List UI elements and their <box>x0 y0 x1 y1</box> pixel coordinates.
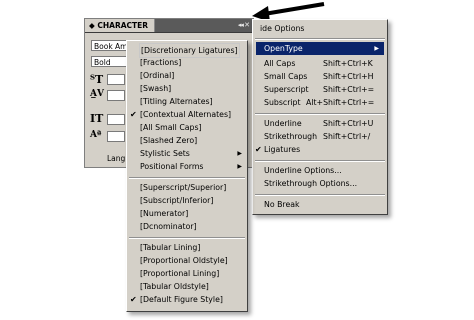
vertical-scale-icon: IT <box>90 112 104 125</box>
panel-title: CHARACTER <box>97 21 149 30</box>
checkmark-icon: ✔ <box>130 295 137 304</box>
submenu-arrow-icon: ▶ <box>237 163 242 170</box>
submenu-item-denominator[interactable]: [Dcnominator] <box>127 220 247 233</box>
menu-item-ligatures[interactable]: ✔ Ligatures <box>253 143 387 156</box>
submenu-item-proportional-lining[interactable]: [Proportional Lining] <box>127 267 247 280</box>
menu-separator <box>129 177 245 179</box>
menu-item-strikethrough[interactable]: Strikethrough Shift+Ctrl+/ <box>253 130 387 143</box>
submenu-item-stylistic-sets[interactable]: Stylistic Sets ▶ <box>127 147 247 160</box>
baseline-shift-field[interactable] <box>107 131 125 142</box>
font-size-icon: ᵀT <box>90 73 104 86</box>
font-size-field[interactable] <box>107 74 125 85</box>
menu-item-underline[interactable]: Underline Shift+Ctrl+U <box>253 117 387 130</box>
submenu-item-superscript-superior[interactable]: [Superscript/Superior] <box>127 181 247 194</box>
baseline-shift-icon: Aª <box>90 130 102 140</box>
submenu-item-default-figure-style[interactable]: ✔ [Default Figure Style] <box>127 293 247 306</box>
menu-item-all-caps[interactable]: All Caps Shift+Ctrl+K <box>253 57 387 70</box>
language-label: Lang <box>107 154 126 163</box>
menu-separator <box>255 194 385 196</box>
menu-item-small-caps[interactable]: Small Caps Shift+Ctrl+H <box>253 70 387 83</box>
menu-item-underline-options[interactable]: Underline Options... <box>253 164 387 177</box>
panel-tab-character[interactable]: ◆ CHARACTER <box>85 19 156 32</box>
menu-separator <box>255 160 385 162</box>
panel-flyout-menu: ide Options OpenType ▶ All Caps Shift+Ct… <box>252 19 388 215</box>
submenu-item-discretionary-ligatures[interactable]: [Discretionary Ligatures] <box>127 43 247 58</box>
opentype-submenu: [Discretionary Ligatures] [Fractions] [O… <box>126 40 248 312</box>
arrow-shaft <box>263 2 325 16</box>
submenu-item-subscript-inferior[interactable]: [Subscript/Inferior] <box>127 194 247 207</box>
menu-item-superscript[interactable]: Superscript Shift+Ctrl+= <box>253 83 387 96</box>
submenu-item-numerator[interactable]: [Numerator] <box>127 207 247 220</box>
submenu-item-contextual-alternates[interactable]: ✔ [Contextual Alternates] <box>127 108 247 121</box>
submenu-arrow-icon: ▶ <box>374 45 379 52</box>
menu-item-strikethrough-options[interactable]: Strikethrough Options... <box>253 177 387 190</box>
menu-item-no-break[interactable]: No Break <box>253 198 387 211</box>
checkmark-icon: ✔ <box>255 145 262 154</box>
menu-separator <box>129 237 245 239</box>
submenu-item-tabular-lining[interactable]: [Tabular Lining] <box>127 241 247 254</box>
submenu-item-slashed-zero[interactable]: [Slashed Zero] <box>127 134 247 147</box>
submenu-item-titling-alternates[interactable]: [Titling Alternates] <box>127 95 247 108</box>
checkmark-icon: ✔ <box>130 110 137 119</box>
menu-item-hide-options[interactable]: ide Options <box>253 22 387 35</box>
menu-separator <box>255 113 385 115</box>
submenu-item-positional-forms[interactable]: Positional Forms ▶ <box>127 160 247 173</box>
panel-title-bar[interactable]: ◆ CHARACTER ◂◂ ✕ <box>85 19 253 33</box>
submenu-item-fractions[interactable]: [Fractions] <box>127 56 247 69</box>
menu-item-subscript[interactable]: Subscript Alt+Shift+Ctrl+= <box>253 96 387 109</box>
kerning-field[interactable] <box>107 90 125 101</box>
menu-separator <box>255 38 385 40</box>
submenu-item-tabular-oldstyle[interactable]: [Tabular Oldstyle] <box>127 280 247 293</box>
vertical-scale-field[interactable] <box>107 114 125 125</box>
submenu-arrow-icon: ▶ <box>237 150 242 157</box>
kerning-icon: A̲V <box>90 89 104 99</box>
submenu-item-ordinal[interactable]: [Ordinal] <box>127 69 247 82</box>
submenu-item-all-small-caps[interactable]: [All Small Caps] <box>127 121 247 134</box>
submenu-item-swash[interactable]: [Swash] <box>127 82 247 95</box>
submenu-item-proportional-oldstyle[interactable]: [Proportional Oldstyle] <box>127 254 247 267</box>
menu-item-opentype[interactable]: OpenType ▶ <box>256 42 384 55</box>
